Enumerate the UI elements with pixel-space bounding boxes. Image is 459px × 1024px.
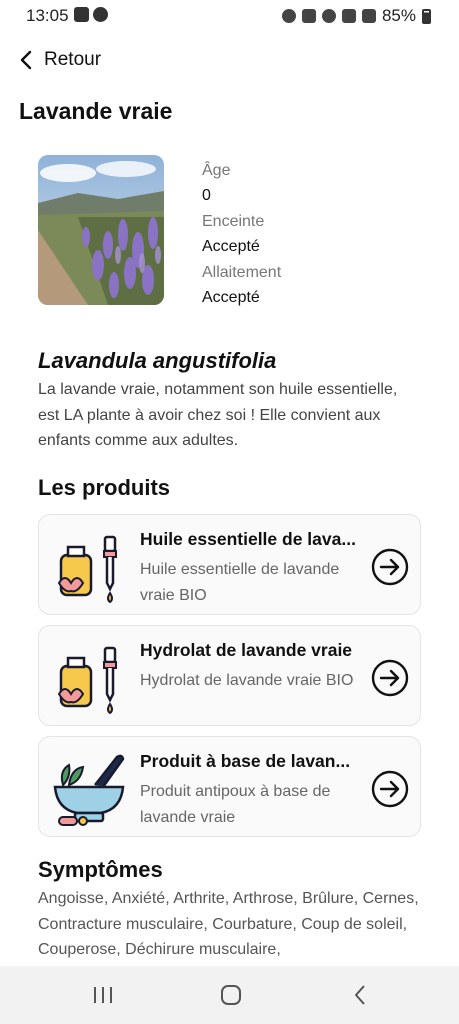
alarm-icon xyxy=(281,9,296,23)
mute-icon xyxy=(301,9,316,23)
wifi-icon xyxy=(321,9,336,23)
symptoms-list: Angoisse, Anxiété, Arthrite, Arthrose, B… xyxy=(38,890,419,958)
plant-photo xyxy=(38,155,164,305)
page-title: Lavande vraie xyxy=(19,98,173,124)
back-nav-icon[interactable] xyxy=(348,982,374,1008)
mortar-pestle-icon xyxy=(53,754,125,826)
system-icons: 85% xyxy=(281,6,431,26)
breastfeeding-value: Accepté xyxy=(202,289,260,306)
product-card-lavender-product[interactable]: Produit à base de lavan... Produit antip… xyxy=(38,736,421,837)
arrow-right-circle-icon[interactable] xyxy=(370,547,410,587)
breastfeeding-label: Allaitement xyxy=(202,264,282,281)
plant-description: La lavande vraie, notamment son huile es… xyxy=(38,381,398,449)
status-bar: 13:05 85% xyxy=(0,0,459,30)
symptoms-title: Symptômes xyxy=(38,857,163,882)
age-label: Âge xyxy=(202,162,231,179)
product-name: Huile essentielle de lava... xyxy=(140,529,356,549)
product-subtitle: Huile essentielle de lavande vraie BIO xyxy=(140,561,340,604)
product-name: Produit à base de lavan... xyxy=(140,751,351,771)
signal-icon xyxy=(361,9,376,23)
latin-name: Lavandula angustifolia xyxy=(38,348,277,373)
chevron-left-icon xyxy=(20,50,32,70)
back-button[interactable]: Retour xyxy=(18,48,101,72)
product-subtitle: Produit antipoux à base de lavande vraie xyxy=(140,783,331,826)
home-icon[interactable] xyxy=(218,982,244,1008)
arrow-right-circle-icon[interactable] xyxy=(370,769,410,809)
products-title: Les produits xyxy=(38,475,171,500)
back-label: Retour xyxy=(44,49,102,70)
gallery-icon xyxy=(74,7,89,22)
pregnant-label: Enceinte xyxy=(202,213,265,230)
age-value: 0 xyxy=(202,187,211,204)
product-subtitle: Hydrolat de lavande vraie BIO xyxy=(140,672,354,689)
notification-icons xyxy=(74,7,108,22)
arrow-right-circle-icon[interactable] xyxy=(370,658,410,698)
messenger-icon xyxy=(93,7,108,22)
status-time: 13:05 xyxy=(26,6,69,25)
battery-percent: 85% xyxy=(381,6,416,25)
product-card-hydrolat[interactable]: Hydrolat de lavande vraie Hydrolat de la… xyxy=(38,625,421,726)
essential-oil-icon xyxy=(57,535,117,604)
plant-info: Âge 0 Enceinte Accepté Allaitement Accep… xyxy=(202,158,281,311)
product-name: Hydrolat de lavande vraie xyxy=(140,640,353,660)
product-card-essential-oil[interactable]: Huile essentielle de lava... Huile essen… xyxy=(38,514,421,615)
essential-oil-icon xyxy=(57,646,117,715)
system-nav-bar xyxy=(0,966,459,1024)
pregnant-value: Accepté xyxy=(202,238,260,255)
battery-icon xyxy=(422,8,431,24)
recent-apps-icon[interactable] xyxy=(90,982,116,1008)
volte-icon xyxy=(341,9,356,23)
